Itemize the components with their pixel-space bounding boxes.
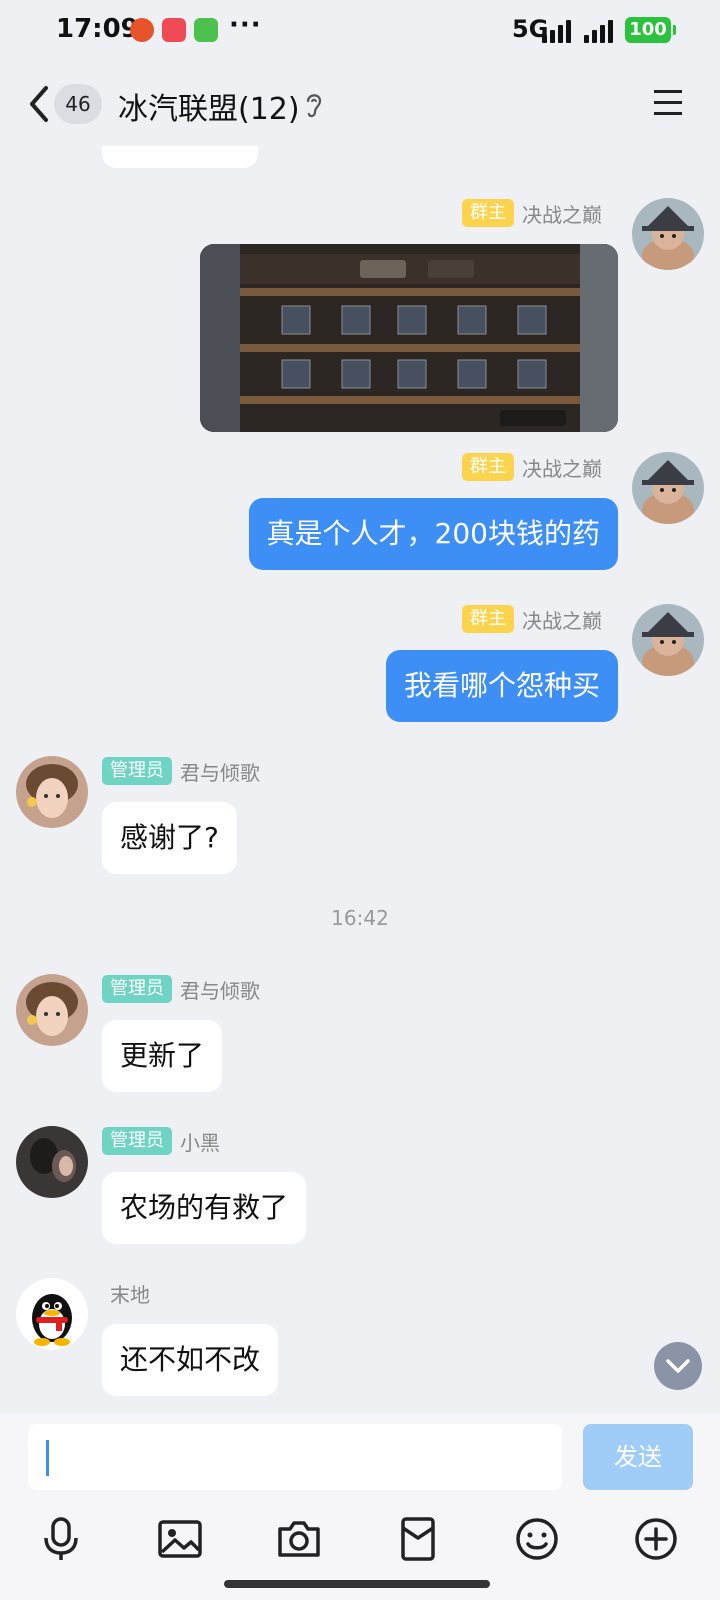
message-meta: 群主 决战之巅 <box>462 198 602 228</box>
previous-message-bubble <box>102 146 258 168</box>
owner-badge: 群主 <box>462 453 514 481</box>
input-bar: 发送 <box>0 1414 720 1600</box>
text-caret <box>46 1440 49 1476</box>
battery-icon: 100 <box>625 17 676 43</box>
scroll-to-bottom-button[interactable] <box>654 1342 702 1390</box>
message-item: 末地 还不如不改 <box>0 1278 720 1408</box>
message-meta: 管理员 君与倾歌 <box>102 756 260 786</box>
message-meta: 末地 <box>110 1278 150 1308</box>
camera-icon[interactable] <box>274 1514 324 1564</box>
sender-name[interactable]: 决战之巅 <box>522 453 602 482</box>
avatar[interactable] <box>16 974 88 1046</box>
message-meta: 管理员 小黑 <box>102 1126 220 1156</box>
owner-badge: 群主 <box>462 199 514 227</box>
image-icon[interactable] <box>155 1514 205 1564</box>
message-meta: 管理员 君与倾歌 <box>102 974 260 1004</box>
message-item: 管理员 君与倾歌 更新了 <box>0 974 720 1104</box>
avatar[interactable] <box>632 198 704 270</box>
avatar[interactable] <box>16 756 88 828</box>
message-timestamp: 16:42 <box>331 906 389 930</box>
message-bubble[interactable]: 还不如不改 <box>102 1324 279 1396</box>
game-screenshot-image <box>200 244 618 432</box>
more-notifications-icon: ··· <box>229 10 262 40</box>
message-item: 群主 决战之巅 我看哪个怨种买 <box>0 604 720 724</box>
emoji-icon[interactable] <box>512 1514 562 1564</box>
message-bubble[interactable]: 我看哪个怨种买 <box>385 650 618 722</box>
sender-name[interactable]: 君与倾歌 <box>180 975 260 1004</box>
home-indicator[interactable] <box>224 1580 490 1588</box>
admin-badge: 管理员 <box>102 757 172 785</box>
avatar[interactable] <box>16 1126 88 1198</box>
message-item: 群主 决战之巅 真是个人才，200块钱的药 <box>0 452 720 572</box>
message-input[interactable] <box>28 1424 562 1490</box>
sender-name[interactable]: 决战之巅 <box>522 199 602 228</box>
red-packet-icon[interactable] <box>393 1514 443 1564</box>
message-item: 管理员 小黑 农场的有救了 <box>0 1126 720 1256</box>
sender-name[interactable]: 决战之巅 <box>522 605 602 634</box>
admin-badge: 管理员 <box>102 975 172 1003</box>
sender-name[interactable]: 末地 <box>110 1279 150 1308</box>
sender-name[interactable]: 君与倾歌 <box>180 757 260 786</box>
unread-count-badge[interactable]: 46 <box>54 84 102 124</box>
chat-header: 46 冰汽联盟(12) <box>0 62 720 146</box>
status-bar: 17:09 ··· 5G 100 <box>0 0 720 62</box>
signal-icon <box>584 19 620 43</box>
sender-name[interactable]: 小黑 <box>180 1127 220 1156</box>
back-arrow-icon <box>30 86 48 122</box>
admin-badge: 管理员 <box>102 1127 172 1155</box>
message-bubble[interactable]: 感谢了? <box>102 802 237 874</box>
notification-app-icon <box>130 18 154 42</box>
hamburger-icon <box>654 90 682 115</box>
menu-button[interactable] <box>652 88 684 118</box>
message-item: 管理员 君与倾歌 感谢了? <box>0 756 720 886</box>
message-bubble[interactable]: 农场的有救了 <box>102 1172 307 1244</box>
owner-badge: 群主 <box>462 605 514 633</box>
news-app-icon <box>162 18 186 42</box>
status-time: 17:09 <box>56 14 139 44</box>
chevron-down-icon <box>666 1359 690 1373</box>
signal-icon <box>542 19 578 43</box>
earpiece-mode-icon <box>303 90 325 120</box>
message-meta: 群主 决战之巅 <box>462 452 602 482</box>
avatar[interactable] <box>632 452 704 524</box>
message-list[interactable]: 群主 决战之巅 群主 决战之巅 真是个人才，200块钱的药 群主 决战之巅 我看… <box>0 146 720 1414</box>
avatar[interactable] <box>16 1278 88 1350</box>
message-bubble[interactable]: 真是个人才，200块钱的药 <box>248 498 618 570</box>
back-button[interactable] <box>22 82 58 126</box>
message-item: 群主 决战之巅 <box>0 198 720 438</box>
image-message[interactable] <box>200 244 618 432</box>
send-button[interactable]: 发送 <box>583 1424 693 1490</box>
wechat-app-icon <box>194 18 218 42</box>
message-meta: 群主 决战之巅 <box>462 604 602 634</box>
message-bubble[interactable]: 更新了 <box>102 1020 223 1092</box>
mic-icon[interactable] <box>36 1514 86 1564</box>
group-title[interactable]: 冰汽联盟(12) <box>118 84 300 128</box>
avatar[interactable] <box>632 604 704 676</box>
qq-penguin-icon <box>16 1278 88 1350</box>
plus-icon[interactable] <box>631 1514 681 1564</box>
